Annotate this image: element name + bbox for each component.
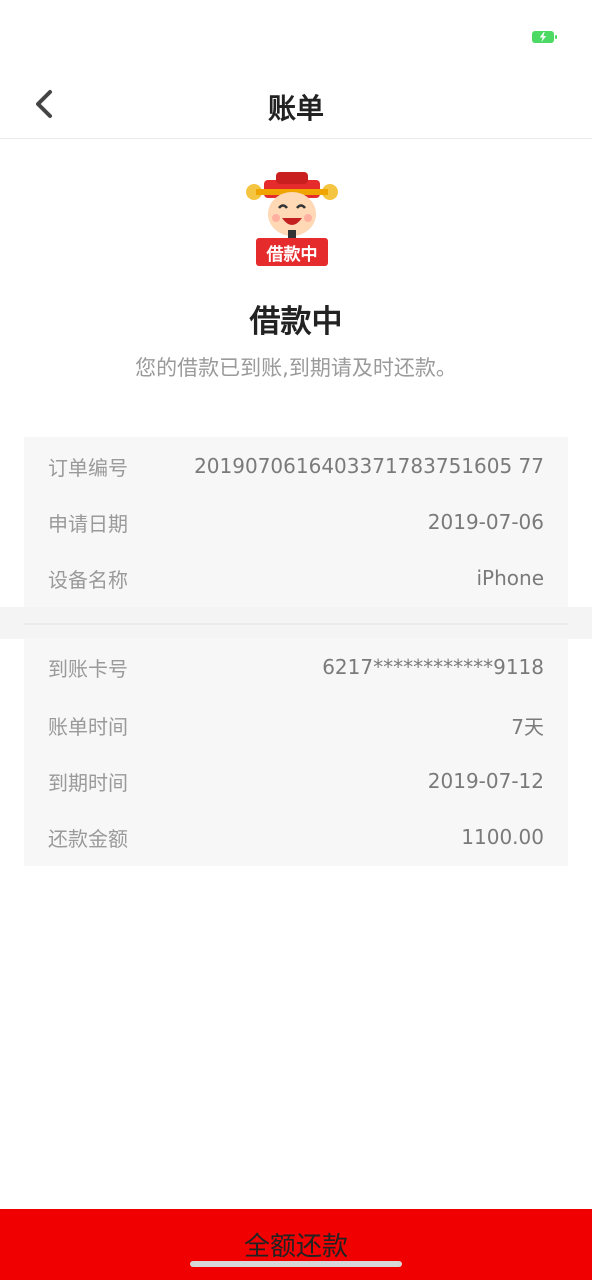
page-title: 账单 — [267, 92, 324, 125]
row-label: 申请日期 — [48, 511, 128, 536]
status-bar — [0, 0, 592, 70]
status-title: 借款中 — [249, 304, 343, 340]
info-row-due-date: 到期时间 2019-07-12 — [48, 761, 544, 801]
row-value: 2019-07-12 — [427, 769, 544, 793]
row-label: 还款金额 — [48, 826, 128, 851]
row-value: iPhone — [476, 566, 544, 590]
info-row-bill-duration: 账单时间 7天 — [48, 705, 544, 745]
battery-icon — [532, 31, 557, 43]
row-label: 到账卡号 — [48, 656, 128, 681]
bill-info-section: 到账卡号 6217************9118 账单时间 7天 到期时间 2… — [24, 638, 568, 866]
info-row-order-number: 订单编号 2019070616403371783751605 77 — [48, 446, 544, 486]
row-value: 6217************9118 — [322, 655, 544, 679]
info-row-apply-date: 申请日期 2019-07-06 — [48, 502, 544, 542]
row-label: 到期时间 — [48, 770, 128, 795]
info-row-card-number: 到账卡号 6217************9118 — [48, 647, 544, 687]
row-label: 账单时间 — [48, 714, 128, 739]
row-label: 设备名称 — [48, 567, 128, 592]
divider-line — [24, 623, 568, 625]
info-row-device-name: 设备名称 iPhone — [48, 558, 544, 598]
home-indicator — [190, 1261, 402, 1267]
mascot-illustration: 借款中 — [246, 170, 338, 270]
row-value: 2019070616403371783751605 77 — [194, 454, 544, 478]
row-value: 7天 — [511, 714, 544, 739]
status-badge: 借款中 — [256, 238, 328, 266]
row-value: 1100.00 — [461, 825, 544, 849]
order-info-section: 订单编号 2019070616403371783751605 77 申请日期 2… — [24, 437, 568, 623]
full-repayment-button[interactable]: 全额还款 — [0, 1209, 592, 1280]
row-label: 订单编号 — [48, 455, 128, 480]
row-value: 2019-07-06 — [427, 510, 544, 534]
info-row-repay-amount: 还款金额 1100.00 — [48, 817, 544, 857]
navigation-bar: 账单 — [0, 70, 592, 139]
status-description: 您的借款已到账,到期请及时还款。 — [135, 356, 457, 380]
